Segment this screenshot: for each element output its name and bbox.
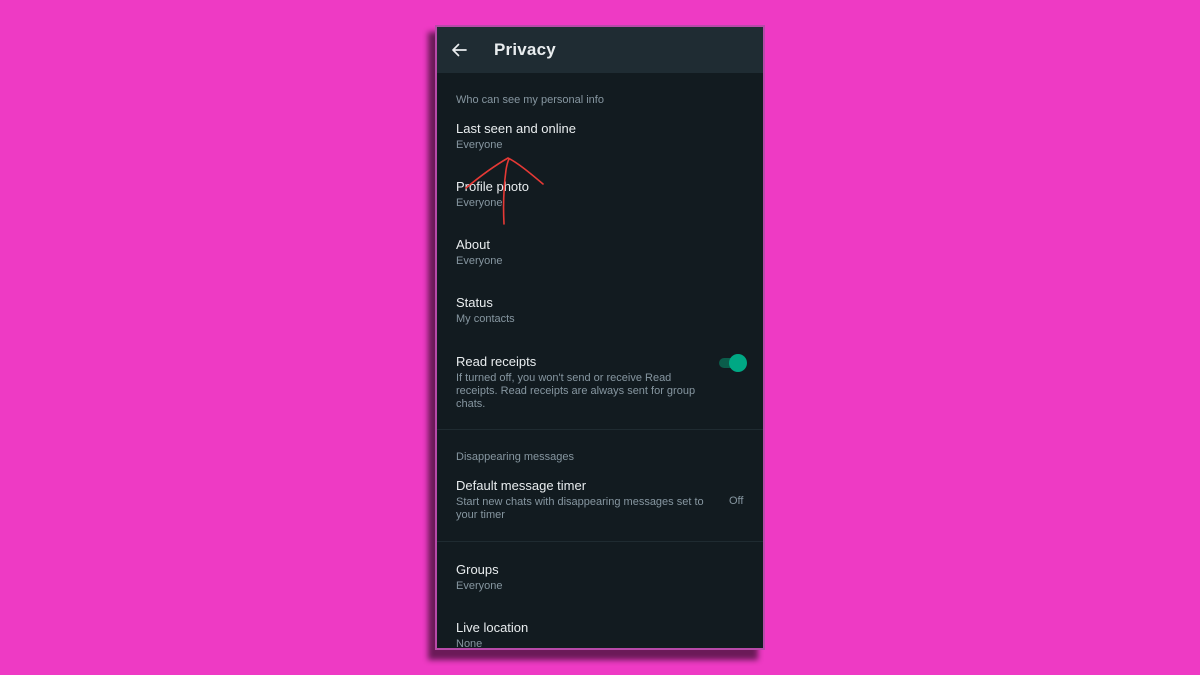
privacy-screen: Privacy Who can see my personal info Las…	[437, 27, 763, 648]
section-header-personal-info: Who can see my personal info	[456, 94, 604, 106]
app-bar: Privacy	[437, 27, 763, 73]
section-header-disappearing: Disappearing messages	[456, 451, 575, 463]
section-divider	[437, 429, 763, 430]
item-title: Read receipts	[456, 354, 537, 369]
item-value: Everyone	[456, 580, 503, 592]
item-value: Everyone	[456, 139, 503, 151]
toggle-knob	[729, 354, 747, 372]
privacy-item-default-message-timer[interactable]: Default message timer Start new chats wi…	[437, 478, 763, 528]
section-divider	[437, 541, 763, 542]
item-value: Everyone	[456, 197, 503, 209]
item-value: None	[456, 638, 483, 648]
item-title: About	[456, 237, 490, 252]
item-description: If turned off, you won't send or receive…	[456, 372, 696, 410]
item-description: Start new chats with disappearing messag…	[456, 496, 704, 521]
privacy-item-status[interactable]: Status My contacts	[437, 295, 763, 335]
item-title: Groups	[456, 562, 499, 577]
privacy-item-about[interactable]: About Everyone	[437, 237, 763, 277]
item-value: Everyone	[456, 255, 503, 267]
item-title: Last seen and online	[456, 121, 576, 136]
item-title: Default message timer	[456, 478, 587, 493]
privacy-item-read-receipts[interactable]: Read receipts If turned off, you won't s…	[437, 354, 763, 414]
privacy-item-live-location[interactable]: Live location None	[437, 620, 763, 648]
item-value: My contacts	[456, 313, 515, 325]
privacy-item-groups[interactable]: Groups Everyone	[437, 562, 763, 602]
phone-screenshot-frame: Privacy Who can see my personal info Las…	[435, 25, 765, 650]
page-title: Privacy	[494, 40, 556, 59]
privacy-item-last-seen[interactable]: Last seen and online Everyone	[437, 121, 763, 161]
item-title: Profile photo	[456, 179, 529, 194]
arrow-left-icon[interactable]	[450, 41, 468, 59]
timer-value: Off	[729, 495, 744, 507]
item-title: Status	[456, 295, 493, 310]
privacy-item-profile-photo[interactable]: Profile photo Everyone	[437, 179, 763, 219]
read-receipts-toggle[interactable]	[717, 354, 747, 372]
item-title: Live location	[456, 620, 529, 635]
